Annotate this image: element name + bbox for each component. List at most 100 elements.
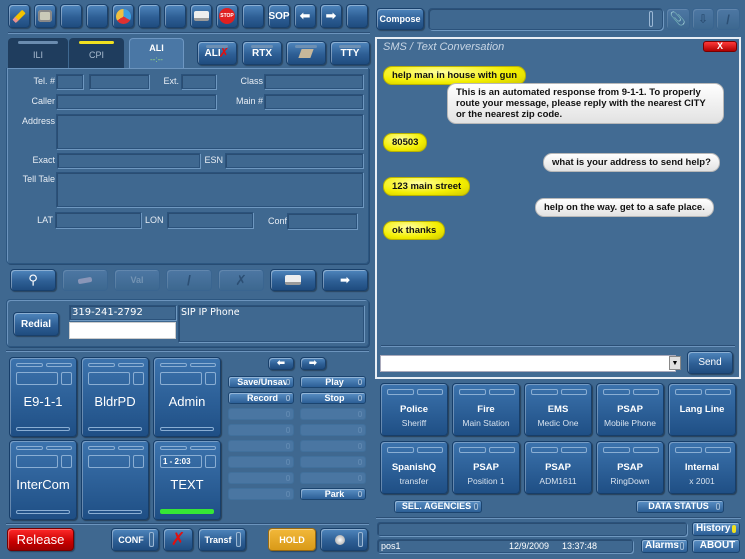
accept-text-button[interactable]: / <box>716 8 740 30</box>
stop-button[interactable]: Stop <box>300 392 366 404</box>
agency-button[interactable]: EMS Medic One <box>524 383 592 436</box>
toolbar-button-back[interactable]: ⬅ <box>294 4 316 28</box>
tab-ali[interactable]: ALI --:-- <box>129 38 184 68</box>
address-field[interactable] <box>56 114 363 149</box>
toolbar-button-stop[interactable]: STOP <box>216 4 238 28</box>
record-button[interactable]: Record <box>228 392 294 404</box>
agency-button[interactable]: PSAP ADM1611 <box>524 441 592 494</box>
ext-field[interactable] <box>181 74 216 89</box>
toolbar-button-14[interactable] <box>346 4 368 28</box>
save-unsave-button[interactable]: Save/Unsav <box>228 376 294 388</box>
agency-button[interactable]: Lang Line <box>668 383 736 436</box>
alix-toggle-button[interactable]: ALI ✗ <box>197 41 237 65</box>
download-button[interactable]: ⇩ <box>692 8 714 30</box>
reject-button[interactable]: ✗ <box>218 269 264 291</box>
recorder-forward-button[interactable]: ➡ <box>300 357 326 370</box>
recorder-back-button[interactable]: ⬅ <box>268 357 294 370</box>
dial-input[interactable] <box>69 322 176 339</box>
accept-button[interactable]: / <box>166 269 212 291</box>
agency-button[interactable]: SpanishQ transfer <box>380 441 448 494</box>
park-button[interactable]: Park <box>300 488 366 500</box>
telltale-field[interactable] <box>56 172 363 207</box>
search-button[interactable]: ⚲ <box>10 269 56 291</box>
line-tile-active[interactable]: 1 - 2:03 TEXT <box>153 440 221 520</box>
sms-reply-input[interactable] <box>380 355 676 372</box>
toolbar-button-6[interactable] <box>138 4 160 28</box>
agency-button[interactable]: Internal x 2001 <box>668 441 736 494</box>
tab-cpi[interactable]: CPI <box>69 38 124 68</box>
lat-field[interactable] <box>55 212 141 228</box>
release-button[interactable]: Release <box>7 528 74 551</box>
alarms-button[interactable]: Alarms <box>641 539 688 553</box>
history-button[interactable]: History <box>692 522 740 536</box>
canned-replies-dropdown[interactable]: ▼ <box>669 356 681 370</box>
about-button[interactable]: ABOUT <box>692 539 740 553</box>
tab-cpi-indicator <box>79 41 114 44</box>
recorder-slot-empty[interactable] <box>300 424 366 436</box>
redial-button[interactable]: Redial <box>13 312 59 336</box>
recorder-slot-empty[interactable] <box>228 456 294 468</box>
toolbar-button-pencil[interactable] <box>8 4 30 28</box>
hold-button[interactable]: HOLD <box>268 528 316 551</box>
cancel-conf-button[interactable]: ✗ <box>163 528 193 551</box>
play-button[interactable]: Play <box>300 376 366 388</box>
line-tile[interactable]: BldrPD <box>81 357 149 437</box>
val-button[interactable]: Val <box>114 269 160 291</box>
recorder-slot-empty[interactable] <box>228 488 294 500</box>
toolbar-button-forward[interactable]: ➡ <box>320 4 342 28</box>
tab-ili[interactable]: ILI <box>8 38 68 68</box>
attach-button[interactable]: 📎 <box>666 8 690 30</box>
caller-field[interactable] <box>56 94 216 109</box>
conf-button[interactable]: CONF <box>111 528 159 551</box>
tty-toggle-button[interactable]: TTY <box>330 41 370 65</box>
toolbar-button-agencies[interactable] <box>112 4 134 28</box>
toolbar-button-10[interactable] <box>242 4 264 28</box>
select-agencies-button[interactable]: SEL. AGENCIES <box>394 500 482 513</box>
recorder-slot-empty[interactable] <box>300 472 366 484</box>
exact-field[interactable] <box>57 153 200 168</box>
sms-close-button[interactable]: X <box>703 41 737 52</box>
agency-button[interactable]: PSAP RingDown <box>596 441 664 494</box>
toolbar-button-print[interactable] <box>190 4 212 28</box>
recorder-slot-empty[interactable] <box>300 440 366 452</box>
relay-toggle-button[interactable] <box>286 41 326 65</box>
agency-button[interactable]: Fire Main Station <box>452 383 520 436</box>
toolbar-button-4[interactable] <box>86 4 108 28</box>
agency-button[interactable]: Police Sheriff <box>380 383 448 436</box>
esn-field[interactable] <box>225 153 363 168</box>
print-ali-button[interactable] <box>270 269 316 291</box>
toolbar-button-sop[interactable]: SOP <box>268 4 290 28</box>
data-status-button[interactable]: DATA STATUS <box>636 500 724 513</box>
rtx-toggle-button[interactable]: RTX <box>242 41 282 65</box>
tel-number-field[interactable] <box>89 74 149 89</box>
lon-field[interactable] <box>167 212 253 228</box>
main-number-field[interactable] <box>264 94 363 109</box>
forward-ali-button[interactable]: ➡ <box>322 269 368 291</box>
agency-button[interactable]: PSAP Mobile Phone <box>596 383 664 436</box>
recorder-slot-empty[interactable] <box>300 456 366 468</box>
recorder-slot-empty[interactable] <box>228 408 294 420</box>
slot-indicator <box>286 459 290 465</box>
recorder-slot-empty[interactable] <box>300 408 366 420</box>
line-tile[interactable]: InterCom <box>9 440 77 520</box>
line-tile[interactable]: E9-1-1 <box>9 357 77 437</box>
keyboard-button[interactable] <box>62 269 108 291</box>
conf-field[interactable] <box>287 213 357 229</box>
recorder-slot-empty[interactable] <box>228 472 294 484</box>
recorder-slot-empty[interactable] <box>228 440 294 452</box>
agency-button[interactable]: PSAP Position 1 <box>452 441 520 494</box>
tel-area-field[interactable] <box>56 74 83 89</box>
compose-button[interactable]: Compose <box>376 8 424 30</box>
play-label: Play <box>325 377 344 387</box>
line-tile[interactable]: Admin <box>153 357 221 437</box>
class-field[interactable] <box>264 74 363 89</box>
toolbar-button-7[interactable] <box>164 4 186 28</box>
compose-field[interactable] <box>428 8 663 30</box>
transfer-button[interactable]: Transf <box>198 528 246 551</box>
volume-button[interactable] <box>320 528 368 551</box>
toolbar-button-3[interactable] <box>60 4 82 28</box>
send-button[interactable]: Send <box>687 351 733 374</box>
recorder-slot-empty[interactable] <box>228 424 294 436</box>
line-tile[interactable] <box>81 440 149 520</box>
toolbar-button-camera[interactable] <box>34 4 56 28</box>
